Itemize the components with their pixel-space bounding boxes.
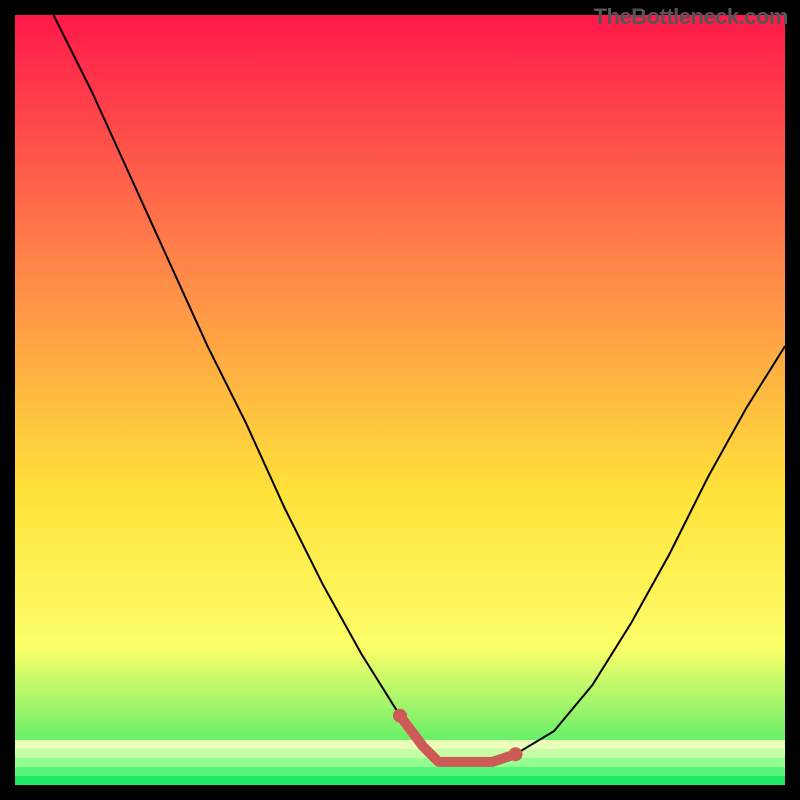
base-stripe — [15, 776, 785, 785]
watermark-text: TheBottleneck.com — [594, 4, 788, 30]
base-stripe — [15, 740, 785, 749]
chart-svg — [15, 15, 785, 785]
base-stripe — [15, 758, 785, 767]
base-stripe — [15, 749, 785, 758]
chart-frame: TheBottleneck.com — [0, 0, 800, 800]
base-stripe — [15, 767, 785, 776]
highlight-endpoint — [393, 709, 407, 723]
gradient-background — [15, 15, 785, 785]
plot-area — [15, 15, 785, 785]
highlight-endpoint — [509, 747, 523, 761]
